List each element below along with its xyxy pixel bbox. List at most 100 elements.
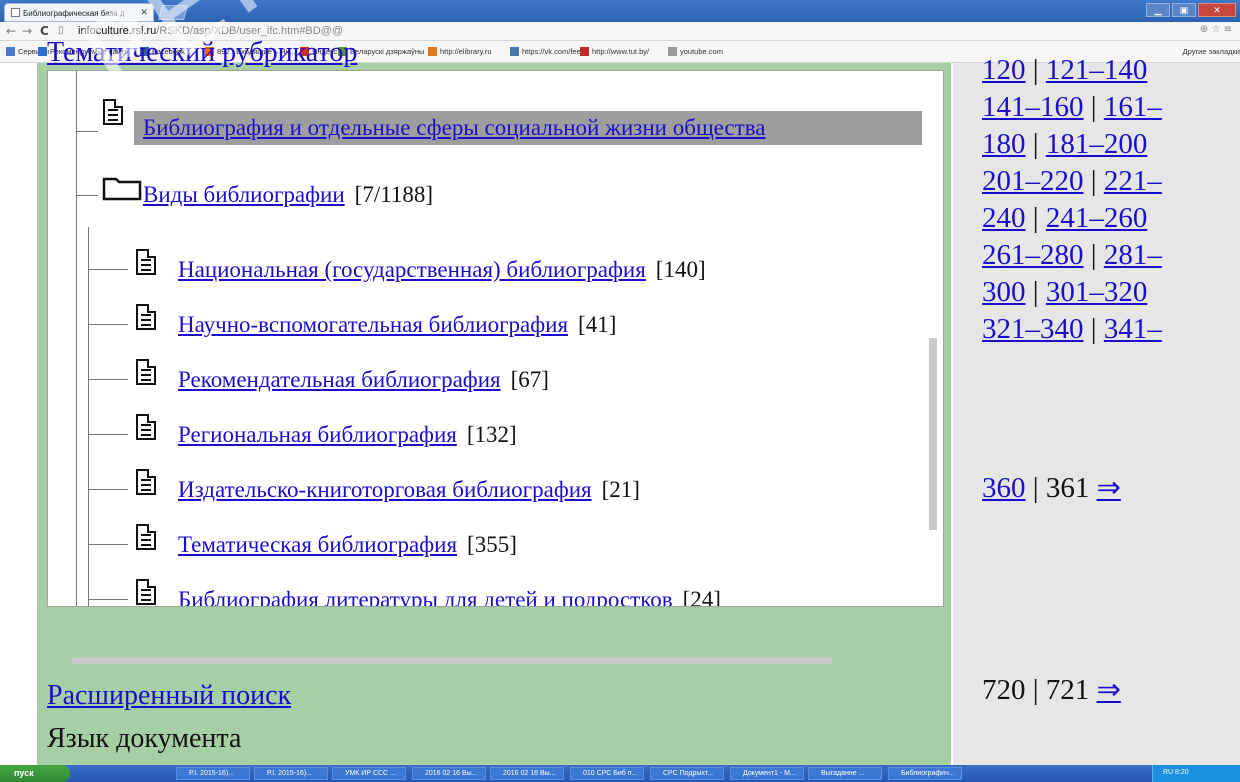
bookmark-item[interactable]: https://vk.com/feed bbox=[510, 47, 585, 56]
page-link[interactable]: 321–340 bbox=[982, 313, 1084, 345]
pagination-row: 360 | 361 ⇒ bbox=[982, 470, 1121, 507]
taskbar-item[interactable]: Р.І. 2015-16)... bbox=[176, 767, 250, 780]
separator: | bbox=[1032, 276, 1039, 308]
page-favicon-icon bbox=[11, 8, 20, 17]
horizontal-scrollbar[interactable] bbox=[72, 657, 832, 664]
tree-child-line bbox=[88, 227, 89, 285]
pagination-row: 240 | 241–260 bbox=[982, 200, 1147, 237]
page-info-icon[interactable]: ▯ bbox=[58, 25, 64, 36]
tab-title: Библиографическая база д bbox=[23, 9, 125, 18]
page-link[interactable]: 281– bbox=[1104, 239, 1162, 271]
tree-item[interactable]: Научно-вспомогательная библиография [41] bbox=[178, 312, 616, 338]
thematic-rubricator-link[interactable]: Тематический рубрикатор bbox=[47, 37, 357, 69]
page-link[interactable]: 180 bbox=[982, 128, 1026, 160]
tree-trunk-line bbox=[76, 71, 77, 606]
tree-item[interactable]: Национальная (государственная) библиогра… bbox=[178, 257, 706, 283]
tree-item[interactable]: Тематическая библиография [355] bbox=[178, 532, 517, 558]
bookmark-item[interactable]: http://elibrary.ru bbox=[428, 47, 492, 56]
tree-item-link[interactable]: Тематическая библиография bbox=[178, 532, 457, 557]
bookmark-favicon-icon bbox=[668, 47, 677, 56]
next-page-arrow-icon[interactable]: ⇒ bbox=[1097, 674, 1121, 706]
taskbar-item[interactable]: Библиографич... bbox=[888, 767, 962, 780]
tree-item-link[interactable]: Научно-вспомогательная библиография bbox=[178, 312, 568, 337]
tree-child-line bbox=[88, 282, 89, 340]
browser-tab[interactable]: Библиографическая база д ✕ bbox=[4, 3, 154, 22]
tree-item-link[interactable]: Региональная библиография bbox=[178, 422, 457, 447]
page-link[interactable]: 341– bbox=[1104, 313, 1162, 345]
bookmark-item[interactable]: youtube.com bbox=[668, 47, 723, 56]
close-tab-icon[interactable]: ✕ bbox=[140, 7, 148, 18]
url-path: /RSKD/asp/XDB/user_ifc.htm#BD@@ bbox=[156, 25, 344, 37]
page-link[interactable]: 261–280 bbox=[982, 239, 1084, 271]
page-link[interactable]: 240 bbox=[982, 202, 1026, 234]
separator: | bbox=[1032, 128, 1039, 160]
minimize-button[interactable]: ▁ bbox=[1146, 3, 1170, 17]
separator: | bbox=[1032, 472, 1039, 504]
pagination-row: 300 | 301–320 bbox=[982, 274, 1147, 311]
folder-link[interactable]: Виды библиографии bbox=[143, 182, 345, 207]
separator: | bbox=[1032, 54, 1039, 86]
document-icon bbox=[136, 359, 156, 385]
taskbar-item[interactable]: Р.І. 2015-16)... bbox=[254, 767, 328, 780]
zoom-bookmark-menu-icons[interactable]: ⊕ ☆ ≡ bbox=[1200, 24, 1232, 35]
advanced-search-link[interactable]: Расширенный поиск bbox=[47, 680, 291, 712]
tree-item-selected[interactable]: Библиография и отдельные сферы социально… bbox=[143, 115, 765, 141]
page-link[interactable]: 201–220 bbox=[982, 165, 1084, 197]
taskbar-item[interactable]: Документ1 - М... bbox=[730, 767, 804, 780]
page-link[interactable]: 161– bbox=[1104, 91, 1162, 123]
tree-item-count: [140] bbox=[655, 257, 706, 282]
pagination-row: 201–220 | 221– bbox=[982, 163, 1162, 200]
document-icon bbox=[136, 469, 156, 495]
document-language-label: Язык документа bbox=[47, 723, 242, 754]
taskbar-item[interactable]: 2016 02 16 Вы... bbox=[412, 767, 486, 780]
start-button[interactable]: пуск bbox=[0, 765, 70, 782]
tree-branch-line bbox=[76, 131, 98, 132]
new-tab-button[interactable] bbox=[157, 5, 189, 20]
page-link[interactable]: 121–140 bbox=[1046, 54, 1148, 86]
tree-folder-item[interactable]: Виды библиографии [7/1188] bbox=[143, 182, 433, 208]
taskbar-item[interactable]: СРС Подрыхт... bbox=[650, 767, 724, 780]
pagination-row: 261–280 | 281– bbox=[982, 237, 1162, 274]
vertical-scrollbar[interactable] bbox=[929, 338, 937, 530]
page-link[interactable]: 141–160 bbox=[982, 91, 1084, 123]
forward-button[interactable]: → bbox=[22, 24, 32, 38]
tree-item[interactable]: Издательско-книготорговая библиография [2… bbox=[178, 477, 640, 503]
tree-item-link[interactable]: Национальная (государственная) библиогра… bbox=[178, 257, 646, 282]
page-link[interactable]: 181–200 bbox=[1046, 128, 1148, 160]
maximize-button[interactable]: ▣ bbox=[1172, 3, 1196, 17]
tree-item-link[interactable]: Библиография литературы для детей и подр… bbox=[178, 587, 673, 606]
other-bookmarks-folder[interactable]: Другие закладки bbox=[1183, 47, 1240, 56]
tree-item[interactable]: Библиография литературы для детей и подр… bbox=[178, 587, 721, 606]
system-tray[interactable]: RU 8:20 bbox=[1152, 765, 1240, 782]
back-button[interactable]: ← bbox=[6, 24, 16, 38]
tree-item-link[interactable]: Рекомендательная библиография bbox=[178, 367, 501, 392]
tree-child-line bbox=[88, 502, 89, 560]
page-link[interactable]: 301–320 bbox=[1046, 276, 1148, 308]
tree-branch-line bbox=[88, 544, 128, 545]
tree-item-count: [132] bbox=[466, 422, 517, 447]
reload-button[interactable]: C bbox=[40, 24, 49, 38]
close-window-button[interactable]: ✕ bbox=[1198, 3, 1236, 17]
page-link[interactable]: 221– bbox=[1104, 165, 1162, 197]
browser-tab-bar: Библиографическая база д ✕ ▁ ▣ ✕ bbox=[0, 0, 1240, 22]
next-page-arrow-icon[interactable]: ⇒ bbox=[1097, 472, 1121, 504]
page-link[interactable]: 300 bbox=[982, 276, 1026, 308]
tree-branch-line bbox=[76, 195, 98, 196]
bookmark-label: https://vk.com/feed bbox=[522, 47, 585, 56]
bookmark-item[interactable]: http://www.tut.by/ bbox=[580, 47, 649, 56]
taskbar-item[interactable]: 010 СРС Биб п... bbox=[570, 767, 644, 780]
selected-item-link[interactable]: Библиография и отдельные сферы социально… bbox=[143, 115, 765, 140]
tree-item-count: [21] bbox=[601, 477, 640, 502]
page-margin bbox=[0, 63, 37, 765]
taskbar-item[interactable]: УМК ИР ССС ... bbox=[332, 767, 406, 780]
taskbar-item[interactable]: Выгаданне ... bbox=[808, 767, 882, 780]
tree-item[interactable]: Рекомендательная библиография [67] bbox=[178, 367, 549, 393]
separator: | bbox=[1032, 202, 1039, 234]
folder-icon bbox=[102, 177, 142, 201]
tree-item[interactable]: Региональная библиография [132] bbox=[178, 422, 517, 448]
page-link[interactable]: 120 bbox=[982, 54, 1026, 86]
tree-item-link[interactable]: Издательско-книготорговая библиография bbox=[178, 477, 592, 502]
page-link[interactable]: 360 bbox=[982, 472, 1026, 504]
taskbar-item[interactable]: 2016 02 16 Вы... bbox=[490, 767, 564, 780]
page-link[interactable]: 241–260 bbox=[1046, 202, 1148, 234]
